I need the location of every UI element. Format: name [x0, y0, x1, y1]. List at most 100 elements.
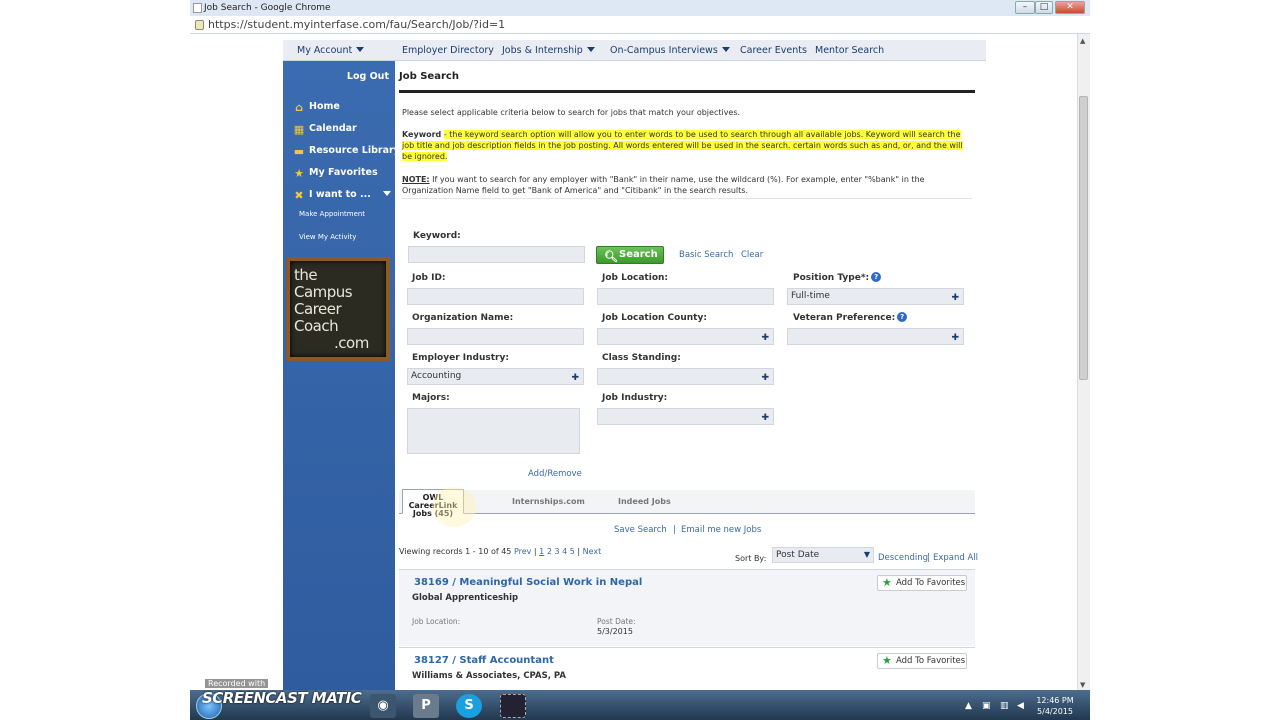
- basic-search-link[interactable]: Basic Search: [679, 250, 733, 260]
- help-icon[interactable]: ?: [897, 312, 908, 322]
- majors-list[interactable]: [407, 408, 580, 454]
- scroll-down-icon[interactable]: ▼: [1080, 681, 1085, 689]
- chevron-down-icon: [586, 47, 595, 52]
- logo-word: Campus: [294, 283, 353, 301]
- sidebar-item-my-favorites[interactable]: ★ My Favorites: [293, 167, 378, 179]
- keyword-label: Keyword:: [413, 231, 461, 241]
- note-text: If you want to search for any employer w…: [402, 175, 925, 195]
- sidebar-subitem-view-my-activity[interactable]: View My Activity: [299, 233, 356, 241]
- p-app-icon[interactable]: P: [413, 694, 439, 718]
- save-search-link[interactable]: Save Search: [614, 525, 667, 535]
- nav-my-account[interactable]: My Account: [297, 45, 365, 56]
- chat-app-icon[interactable]: ◉: [370, 694, 396, 718]
- minimize-button[interactable]: –: [1015, 1, 1035, 14]
- page-link-1[interactable]: 1: [539, 547, 544, 556]
- system-clock[interactable]: 12:46 PM 5/4/2015: [1030, 695, 1080, 717]
- scrollbar-thumb[interactable]: [1079, 96, 1088, 380]
- post-date-label: Post Date:: [597, 617, 636, 626]
- note-label: NOTE:: [402, 175, 430, 184]
- add-to-favorites-button[interactable]: ★ Add To Favorites: [877, 653, 967, 669]
- url-text[interactable]: https://student.myinterfase.com/fau/Sear…: [208, 18, 505, 31]
- campus-career-coach-logo[interactable]: the Campus Career Coach .com: [286, 257, 390, 361]
- page-link-5[interactable]: 5: [570, 547, 575, 556]
- volume-icon[interactable]: ◀: [1017, 701, 1024, 711]
- search-button-label: Search: [619, 249, 658, 260]
- job-title-link[interactable]: 38169 / Meaningful Social Work in Nepal: [414, 577, 642, 588]
- nav-career-events[interactable]: Career Events: [740, 45, 807, 56]
- class-standing-select[interactable]: ✚: [597, 368, 774, 385]
- job-location-field-label: Job Location:: [412, 617, 461, 626]
- job-industry-select[interactable]: ✚: [597, 408, 774, 425]
- expand-all-link[interactable]: Expand All: [933, 553, 978, 563]
- tray-arrow-icon[interactable]: ▲: [965, 701, 972, 711]
- email-new-jobs-link[interactable]: Email me new Jobs: [681, 525, 761, 535]
- organization-name-input[interactable]: [407, 328, 584, 345]
- dropdown-arrow-icon: ✚: [571, 373, 579, 383]
- skype-icon[interactable]: S: [456, 694, 482, 718]
- veteran-preference-select[interactable]: ✚: [787, 328, 964, 345]
- majors-label: Majors:: [412, 393, 450, 403]
- next-link[interactable]: Next: [583, 547, 602, 556]
- screen: Job Search - Google Chrome – □ ✕ https:/…: [0, 0, 1280, 720]
- address-bar[interactable]: https://student.myinterfase.com/fau/Sear…: [190, 16, 1090, 34]
- favorite-label: Add To Favorites: [896, 578, 966, 588]
- link-separator: |: [673, 525, 676, 535]
- page-link-4[interactable]: 4: [562, 547, 567, 556]
- sidebar-item-label: Home: [309, 101, 340, 112]
- descending-link[interactable]: Descending: [878, 553, 928, 563]
- lock-icon: [195, 20, 204, 30]
- add-to-favorites-button[interactable]: ★ Add To Favorites: [877, 575, 967, 591]
- network-icon[interactable]: ▥: [1000, 701, 1009, 711]
- sidebar-item-home[interactable]: ⌂ Home: [293, 101, 340, 113]
- close-window-button[interactable]: ✕: [1055, 1, 1085, 14]
- job-title-link[interactable]: 38127 / Staff Accountant: [414, 655, 554, 666]
- nav-mentor-search[interactable]: Mentor Search: [815, 45, 884, 56]
- pagination: Viewing records 1 - 10 of 45 Prev | 1 2 …: [399, 547, 602, 556]
- star-icon: ★: [294, 167, 304, 180]
- job-location-county-select[interactable]: ✚: [597, 328, 774, 345]
- scroll-up-icon[interactable]: ▲: [1080, 37, 1085, 45]
- chevron-down-icon: [382, 191, 391, 196]
- clock-date: 5/4/2015: [1037, 707, 1073, 716]
- keyword-input[interactable]: [408, 246, 585, 263]
- job-organization: Williams & Associates, CPAS, PA: [412, 671, 566, 681]
- nav-jobs-internship[interactable]: Jobs & Internship: [502, 45, 595, 56]
- logout-link[interactable]: Log Out: [347, 71, 389, 82]
- dropdown-arrow-icon: ✚: [761, 373, 769, 383]
- nav-on-campus-interviews[interactable]: On-Campus Interviews: [610, 45, 730, 56]
- window-titlebar: Job Search - Google Chrome – □ ✕: [190, 0, 1090, 16]
- prev-link[interactable]: Prev: [514, 547, 531, 556]
- sidebar-item-resource-library[interactable]: ▬ Resource Library: [293, 145, 400, 157]
- job-location-input[interactable]: [597, 288, 774, 305]
- page-link-2[interactable]: 2: [547, 547, 552, 556]
- sidebar-item-label: Calendar: [309, 123, 357, 134]
- sidebar-item-i-want-to[interactable]: ✖ I want to ...: [293, 189, 391, 201]
- chevron-down-icon: [721, 47, 730, 52]
- tab-internships[interactable]: Internships.com: [512, 497, 585, 506]
- sort-select[interactable]: Post Date ▼: [772, 547, 874, 563]
- job-organization: Global Apprenticeship: [412, 593, 519, 603]
- sidebar: Log Out ⌂ Home ▦ Calendar ▬ Resource Librar…: [283, 61, 400, 690]
- page-link-3[interactable]: 3: [554, 547, 559, 556]
- search-button[interactable]: 🔍︎ Search: [596, 246, 664, 264]
- keyword-note-label: Keyword: [402, 130, 442, 139]
- job-id-input[interactable]: [407, 288, 584, 305]
- add-remove-majors-link[interactable]: Add/Remove: [528, 469, 582, 479]
- help-icon[interactable]: ?: [871, 272, 882, 282]
- top-navigation: My Account Employer Directory Jobs & Int…: [283, 40, 986, 61]
- sidebar-item-calendar[interactable]: ▦ Calendar: [293, 123, 357, 135]
- wildcard-note: NOTE: If you want to search for any empl…: [402, 174, 967, 196]
- clear-link[interactable]: Clear: [741, 250, 763, 260]
- tab-indeed-jobs[interactable]: Indeed Jobs: [618, 497, 671, 506]
- employer-industry-select[interactable]: Accounting ✚: [407, 368, 584, 385]
- folder-icon: ▬: [293, 145, 305, 158]
- chevron-down-icon: ▼: [863, 550, 870, 559]
- page-margin-right: [986, 34, 1076, 690]
- nav-employer-directory[interactable]: Employer Directory: [402, 45, 494, 56]
- maximize-button[interactable]: □: [1035, 1, 1053, 14]
- dropdown-arrow-icon: ✚: [761, 333, 769, 343]
- sidebar-subitem-make-appointment[interactable]: Make Appointment: [299, 210, 365, 218]
- position-type-select[interactable]: Full-time ✚: [787, 288, 964, 305]
- tray-app-icon[interactable]: ▣: [982, 701, 991, 711]
- snipping-tool-icon[interactable]: [500, 694, 526, 718]
